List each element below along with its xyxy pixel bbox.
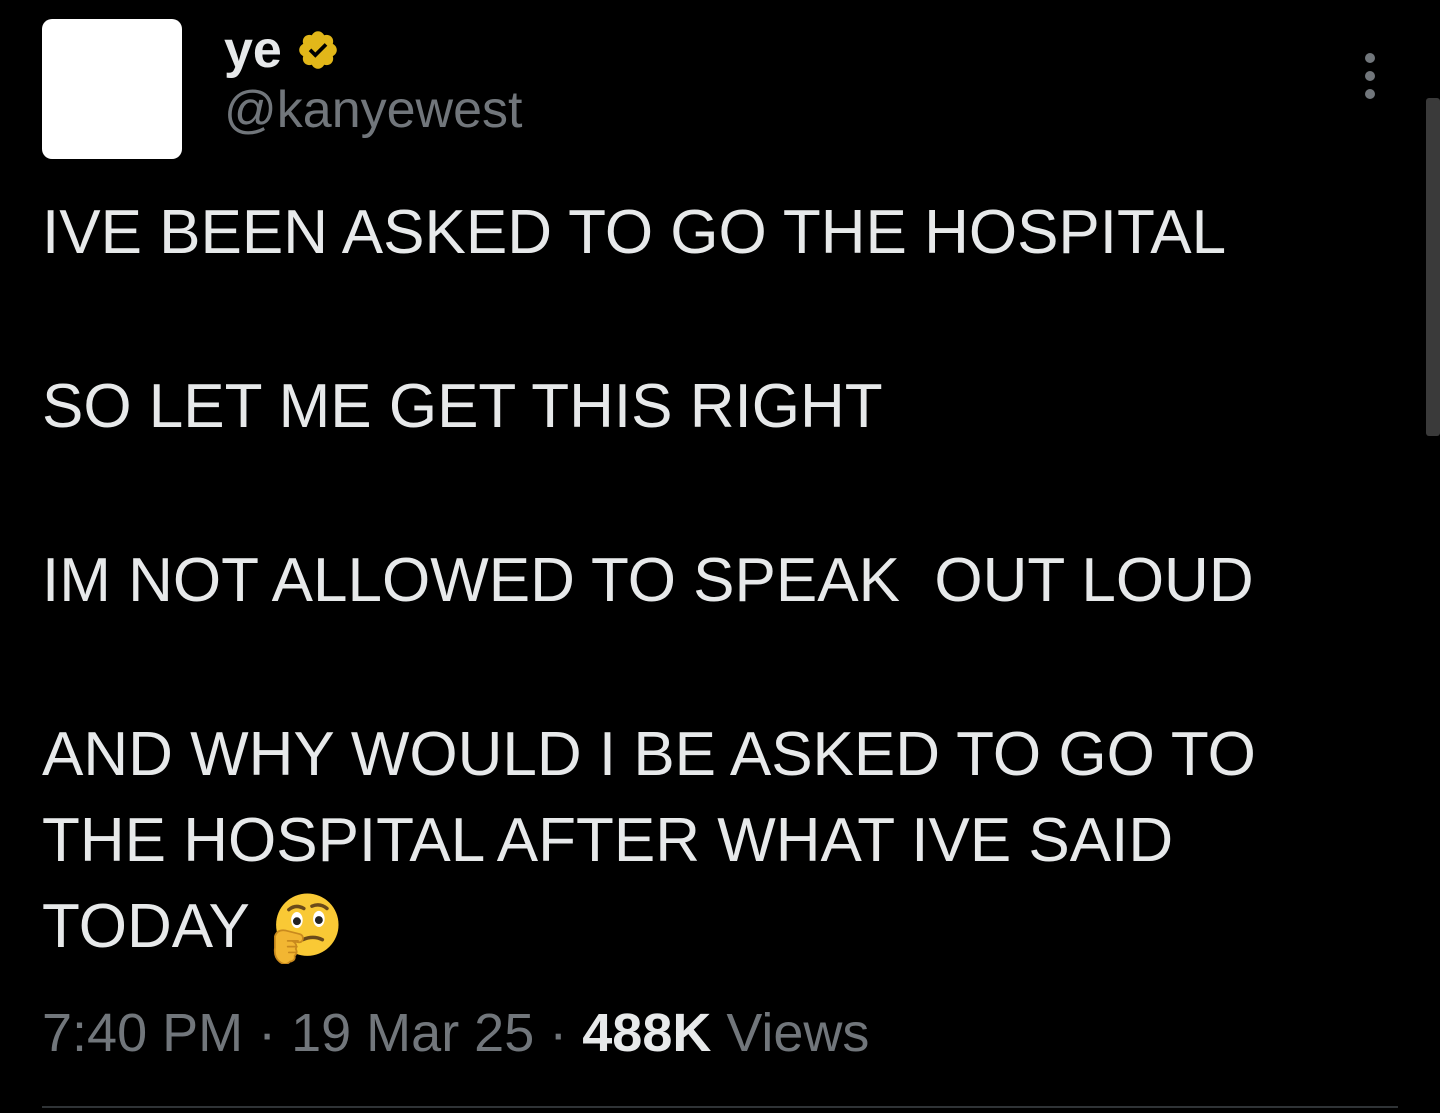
tweet-time[interactable]: 7:40 PM [42,1003,243,1063]
tweet-text-line: IM NOT ALLOWED TO SPEAK OUT LOUD [42,546,1254,615]
thinking-face-emoji-icon [273,893,339,964]
meta-separator: · [243,1003,292,1063]
tweet-text-last-line: TODAY [42,884,1342,970]
tweet-text-line: AND WHY WOULD I BE ASKED TO GO TO [42,720,1256,789]
tweet-date[interactable]: 19 Mar 25 [291,1003,534,1063]
avatar[interactable] [42,19,182,159]
more-vertical-icon[interactable] [1352,50,1388,106]
views-count[interactable]: 488K [582,1003,711,1063]
views-label: Views [711,1003,870,1063]
tweet-text-line: THE HOSPITAL AFTER WHAT IVE SAID [42,806,1174,875]
meta-separator: · [534,1003,583,1063]
tweet-text-line: TODAY [42,892,250,961]
author-header: ye [224,22,340,78]
display-name[interactable]: ye [224,24,282,76]
divider [42,1106,1398,1108]
tweet-text-line: SO LET ME GET THIS RIGHT [42,372,883,441]
scrollbar-thumb[interactable] [1426,98,1440,436]
tweet-meta: 7:40 PM · 19 Mar 25 · 488K Views [42,1000,869,1066]
verified-badge-icon [299,31,337,69]
author-handle[interactable]: @kanyewest [224,84,522,136]
tweet-text-line: IVE BEEN ASKED TO GO THE HOSPITAL [42,198,1227,267]
